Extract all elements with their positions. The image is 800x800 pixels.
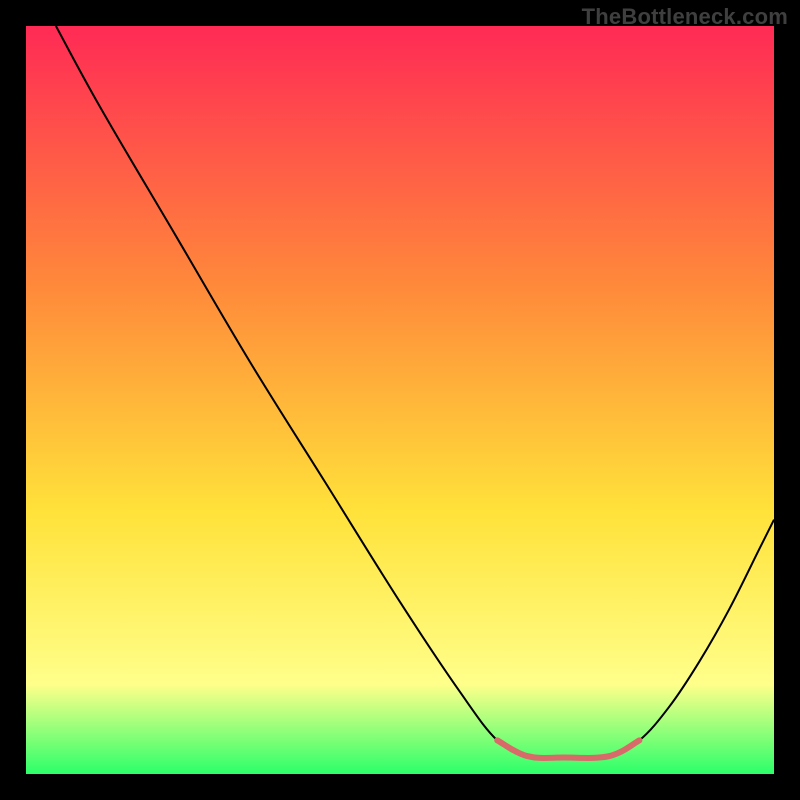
gradient-backdrop — [26, 26, 774, 774]
chart-stage: TheBottleneck.com — [0, 0, 800, 800]
plot-area — [26, 26, 774, 774]
watermark-text: TheBottleneck.com — [582, 4, 788, 30]
chart-svg — [26, 26, 774, 774]
